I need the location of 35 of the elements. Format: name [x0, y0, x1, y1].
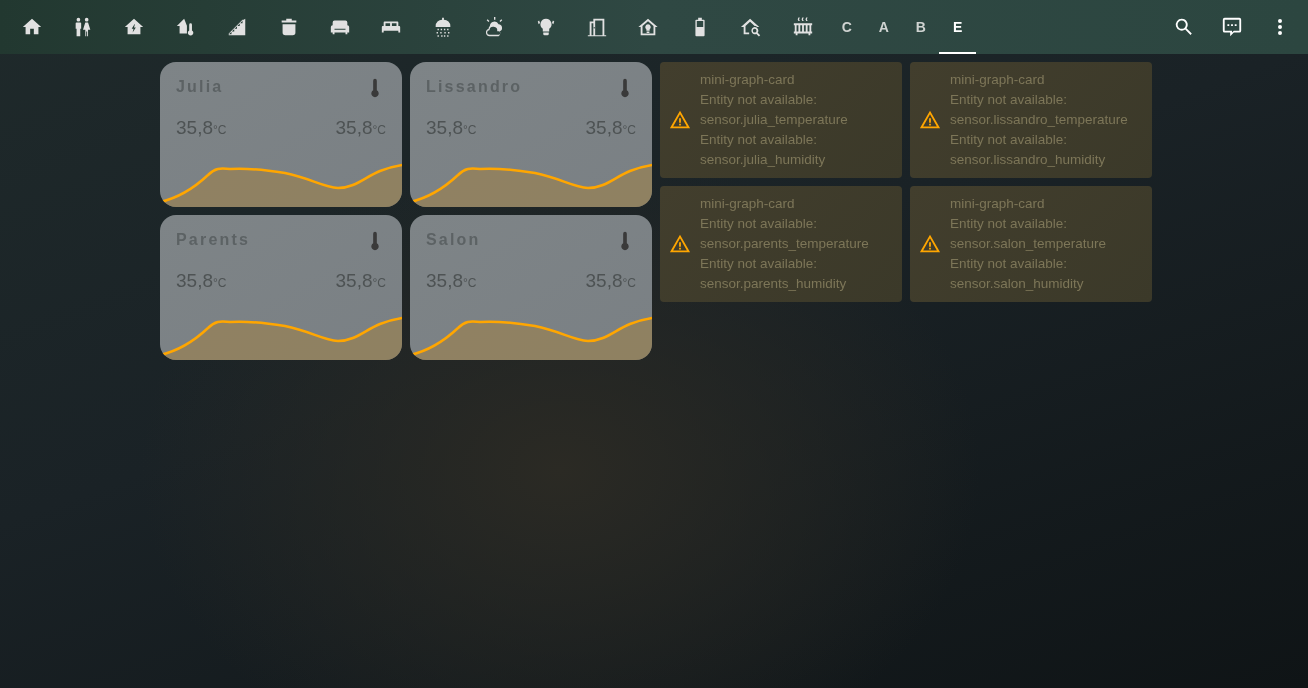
- view-tab[interactable]: B: [902, 0, 940, 54]
- warning-icon: [669, 233, 691, 255]
- error-message: mini-graph-card: [700, 195, 796, 213]
- warning-icon: [919, 233, 941, 255]
- error-message: Entity not available:: [950, 131, 1069, 149]
- error-message: Entity not available:: [950, 215, 1069, 233]
- error-message: sensor.lissandro_humidity: [950, 151, 1107, 169]
- error-message: sensor.parents_humidity: [700, 275, 848, 293]
- view-tab[interactable]: C: [828, 0, 866, 54]
- error-message: sensor.salon_humidity: [950, 275, 1085, 293]
- error-message: Entity not available:: [700, 131, 819, 149]
- radiator-icon: [791, 16, 814, 38]
- view-tab[interactable]: A: [865, 0, 903, 54]
- error-message: Entity not available:: [700, 215, 819, 233]
- error-message: Entity not available:: [950, 91, 1069, 109]
- error-message: sensor.julia_temperature: [700, 111, 848, 129]
- more-icon: [1278, 19, 1282, 35]
- error-message: sensor.lissandro_temperature: [950, 111, 1128, 129]
- chat-icon: [1221, 16, 1243, 38]
- search-icon: [1173, 16, 1195, 38]
- error-message: sensor.salon_temperature: [950, 235, 1107, 253]
- door-icon: [586, 16, 608, 38]
- error-message: Entity not available:: [700, 255, 819, 273]
- house-bulb-icon: [637, 16, 660, 38]
- error-message: mini-graph-card: [700, 71, 796, 89]
- error-message: mini-graph-card: [950, 71, 1046, 89]
- warning-icon: [919, 109, 941, 131]
- error-message: sensor.julia_humidity: [700, 151, 827, 169]
- error-message: Entity not available:: [950, 255, 1069, 273]
- error-message: sensor.parents_temperature: [700, 235, 869, 253]
- house-search-icon: [740, 16, 763, 38]
- error-message: Entity not available:: [700, 91, 819, 109]
- error-message: mini-graph-card: [950, 195, 1046, 213]
- view-tab[interactable]: E: [939, 0, 977, 54]
- warning-icon: [669, 109, 691, 131]
